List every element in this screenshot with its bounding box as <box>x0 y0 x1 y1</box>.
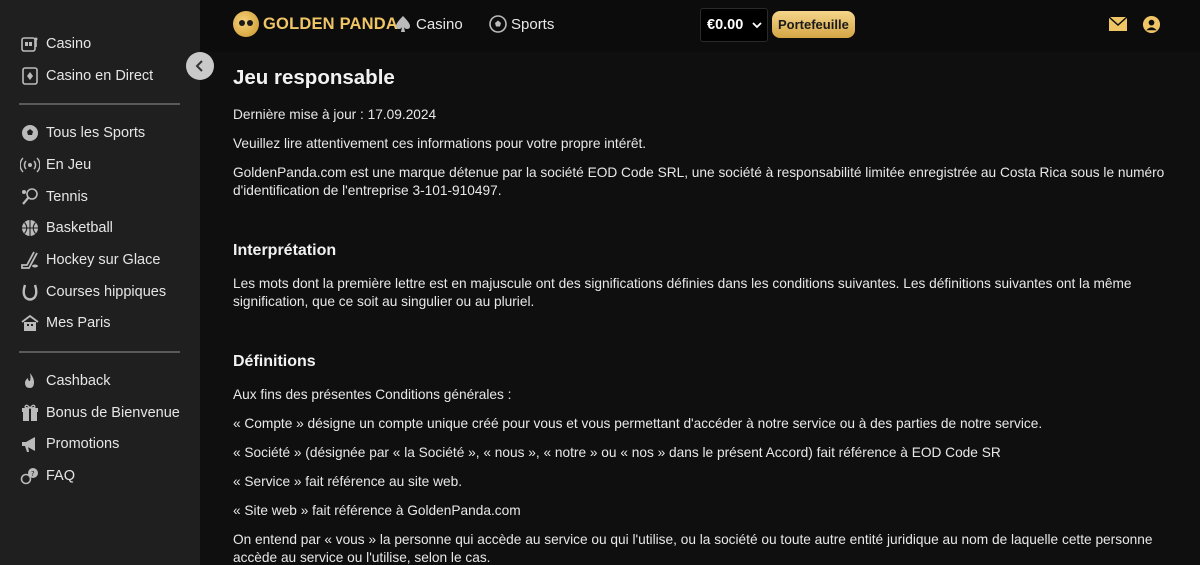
definition-item: « Société » (désignée par « la Société »… <box>233 445 1001 460</box>
chevron-left-icon <box>195 60 203 72</box>
sidebar-item-label: Tennis <box>46 188 88 205</box>
sidebar-collapse-button[interactable] <box>186 52 214 80</box>
sidebar-item-label: Cashback <box>46 373 111 390</box>
chevron-down-icon <box>752 22 762 29</box>
sidebar-item-label: En Jeu <box>46 156 92 173</box>
sidebar-item-tennis[interactable]: Tennis <box>0 181 200 213</box>
top-bar: GOLDEN PANDA Casino Sports €0.00 Portefe… <box>200 0 1200 52</box>
sidebar-item-label: FAQ <box>46 468 76 485</box>
sidebar-item-ice-hockey[interactable]: Hockey sur Glace <box>0 244 200 276</box>
gift-icon <box>19 402 40 423</box>
svg-text:?: ? <box>31 470 35 478</box>
sidebar: Casino Casino en Direct Tous les Sports … <box>0 0 200 565</box>
definition-item: On entend par « vous » la personne qui a… <box>233 532 1153 565</box>
sidebar-item-live-casino[interactable]: Casino en Direct <box>0 60 200 92</box>
panda-logo-icon <box>233 11 259 37</box>
sidebar-item-cashback[interactable]: Cashback <box>0 365 200 397</box>
nav-sports[interactable]: Sports <box>488 14 554 34</box>
horseshoe-icon <box>19 281 40 302</box>
sidebar-item-promotions[interactable]: Promotions <box>0 429 200 461</box>
sidebar-item-label: Promotions <box>46 436 120 453</box>
sidebar-item-label: Mes Paris <box>46 315 111 332</box>
tennis-icon <box>19 186 40 207</box>
sidebar-item-label: Casino en Direct <box>46 67 154 84</box>
soccer-ball-icon <box>19 123 40 144</box>
soccer-ball-icon <box>489 15 507 33</box>
section-heading-definitions: Définitions <box>233 353 316 370</box>
hockey-icon <box>19 249 40 270</box>
sidebar-item-my-bets[interactable]: Mes Paris <box>0 308 200 340</box>
paragraph: GoldenPanda.com est une marque détenue p… <box>233 165 1165 198</box>
definition-item: « Compte » désigne un compte unique créé… <box>233 416 1043 431</box>
user-account-icon[interactable] <box>1142 15 1161 34</box>
wallet-button[interactable]: Portefeuille <box>772 11 855 38</box>
sidebar-item-label: Courses hippiques <box>46 283 167 300</box>
sidebar-item-faq[interactable]: ? FAQ <box>0 460 200 492</box>
sidebar-item-label: Bonus de Bienvenue <box>46 404 180 421</box>
live-signal-icon <box>19 154 40 175</box>
sidebar-item-all-sports[interactable]: Tous les Sports <box>0 117 200 149</box>
sidebar-divider <box>19 103 180 106</box>
my-bets-icon <box>19 313 40 334</box>
basketball-icon <box>19 218 40 239</box>
sidebar-item-label: Tous les Sports <box>46 125 146 142</box>
sidebar-divider <box>19 351 180 354</box>
paragraph: Les mots dont la première lettre est en … <box>233 276 1132 309</box>
nav-casino-label: Casino <box>416 15 463 33</box>
sidebar-item-casino[interactable]: Casino <box>0 28 200 60</box>
last-updated: Dernière mise à jour : 17.09.2024 <box>233 107 437 122</box>
brand-name: GOLDEN PANDA <box>263 14 399 33</box>
balance-amount: €0.00 <box>707 17 744 33</box>
sidebar-item-label: Casino <box>46 35 92 52</box>
sidebar-item-welcome-bonus[interactable]: Bonus de Bienvenue <box>0 397 200 429</box>
live-casino-icon <box>19 65 40 86</box>
sidebar-item-in-play[interactable]: En Jeu <box>0 149 200 181</box>
brand-logo[interactable]: GOLDEN PANDA <box>233 11 398 37</box>
nav-casino[interactable]: Casino <box>393 14 463 34</box>
definition-item: « Site web » fait référence à GoldenPand… <box>233 503 521 518</box>
mail-icon[interactable] <box>1108 16 1128 32</box>
sidebar-item-basketball[interactable]: Basketball <box>0 212 200 244</box>
sidebar-item-horse-racing[interactable]: Courses hippiques <box>0 276 200 308</box>
faq-icon: ? <box>19 466 40 487</box>
sidebar-item-label: Hockey sur Glace <box>46 251 161 268</box>
megaphone-icon <box>19 434 40 455</box>
flame-icon <box>19 371 40 392</box>
main-content: Jeu responsable Dernière mise à jour : 1… <box>233 66 1173 565</box>
slot-machine-icon <box>19 33 40 54</box>
nav-sports-label: Sports <box>511 15 555 33</box>
paragraph: Veuillez lire attentivement ces informat… <box>233 136 647 151</box>
paragraph: Aux fins des présentes Conditions généra… <box>233 387 512 402</box>
balance-dropdown[interactable]: €0.00 <box>700 8 768 42</box>
sidebar-item-label: Basketball <box>46 220 113 237</box>
section-heading-interpretation: Interprétation <box>233 242 337 259</box>
spade-icon <box>396 16 410 32</box>
definition-item: « Service » fait référence au site web. <box>233 474 463 489</box>
page-title: Jeu responsable <box>233 66 395 89</box>
